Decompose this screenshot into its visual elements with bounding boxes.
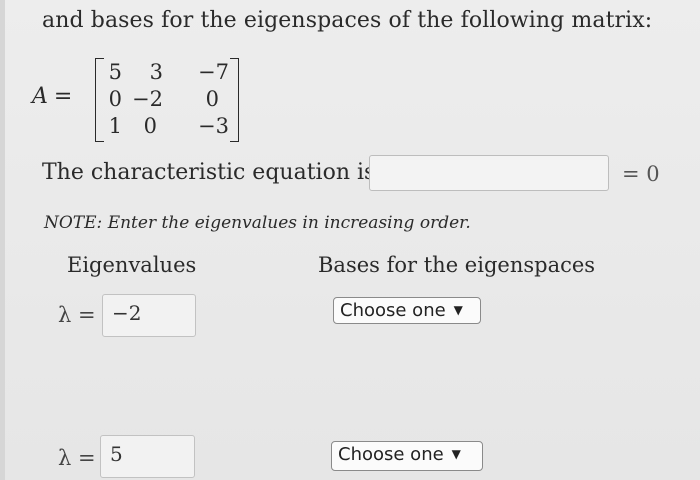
matrix-cell: 0: [205, 87, 219, 111]
eigenvalue-input-2[interactable]: 5: [100, 435, 195, 478]
lambda-label: λ =: [58, 303, 96, 327]
matrix-cell: 0: [108, 87, 122, 111]
matrix-equals: =: [53, 84, 73, 109]
eigenvalue-input-1[interactable]: −2: [102, 294, 196, 337]
matrix-cell: 3: [149, 60, 163, 84]
matrix-cell: −7: [198, 60, 229, 84]
matrix-right-bracket: [230, 58, 239, 142]
characteristic-equation-label: The characteristic equation is: [42, 160, 376, 185]
bases-heading: Bases for the eigenspaces: [318, 253, 596, 277]
basis-select-label: Choose one: [338, 444, 444, 465]
matrix-cell: −2: [132, 87, 163, 111]
equals-zero-label: = 0: [622, 162, 660, 186]
matrix-cell: 0: [143, 114, 157, 138]
matrix-cell: 1: [108, 114, 122, 138]
page-edge: [0, 0, 5, 480]
basis-select-1[interactable]: Choose one ▼: [333, 297, 481, 324]
matrix-cell: −3: [198, 114, 229, 138]
characteristic-equation-input[interactable]: [369, 155, 609, 191]
eigenvalues-heading: Eigenvalues: [67, 253, 197, 277]
basis-select-2[interactable]: Choose one ▼: [331, 441, 483, 471]
eigenvalue-order-note: NOTE: Enter the eigenvalues in increasin…: [44, 213, 471, 233]
matrix-label: A =: [32, 84, 72, 109]
problem-intro: and bases for the eigenspaces of the fol…: [42, 8, 653, 33]
matrix-name: A: [32, 84, 48, 109]
matrix-A: 5 3 −7 0 −2 0 1 0 −3: [95, 56, 239, 142]
basis-select-label: Choose one: [340, 300, 446, 321]
chevron-down-icon: ▼: [451, 447, 461, 461]
chevron-down-icon: ▼: [453, 303, 463, 317]
matrix-cell: 5: [108, 60, 122, 84]
lambda-label: λ =: [58, 446, 96, 470]
